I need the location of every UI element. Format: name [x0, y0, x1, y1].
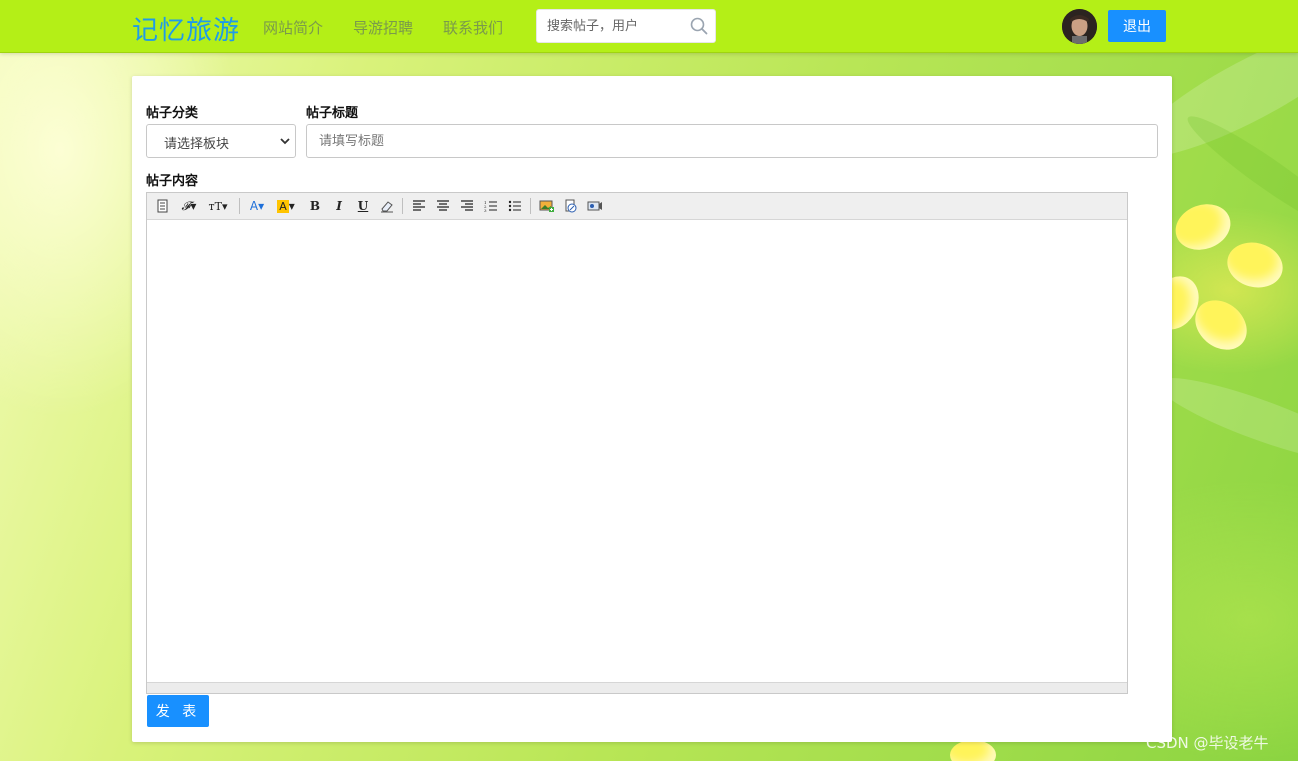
- user-avatar[interactable]: [1062, 9, 1097, 44]
- underline-icon[interactable]: U: [353, 197, 373, 215]
- toolbar-divider: [530, 198, 531, 214]
- text-color-icon[interactable]: A▾: [245, 197, 269, 215]
- editor-statusbar: [147, 682, 1127, 693]
- background-leaf-streak: [1149, 363, 1298, 477]
- search-input[interactable]: [547, 10, 687, 42]
- watermark-text: CSDN @毕设老牛: [1146, 734, 1269, 752]
- italic-icon[interactable]: I: [329, 197, 349, 215]
- logout-button[interactable]: 退出: [1108, 10, 1166, 42]
- content-label: 帖子内容: [146, 174, 199, 189]
- ordered-list-icon[interactable]: 123: [481, 197, 501, 215]
- bold-icon[interactable]: B: [305, 197, 325, 215]
- unordered-list-icon[interactable]: [505, 197, 525, 215]
- svg-text:3: 3: [484, 208, 487, 213]
- top-navigation-bar: 记忆旅游 网站简介 导游招聘 联系我们 退出: [0, 0, 1298, 53]
- title-label: 帖子标题: [306, 106, 359, 121]
- eraser-icon[interactable]: [377, 197, 397, 215]
- nav-link-contact[interactable]: 联系我们: [443, 17, 503, 38]
- submit-post-button[interactable]: 发 表: [147, 695, 209, 727]
- toolbar-divider: [402, 198, 403, 214]
- insert-video-icon[interactable]: [585, 197, 605, 215]
- font-family-icon[interactable]: 𝓕▾: [177, 197, 201, 215]
- background-flower: [1141, 196, 1298, 365]
- site-logo[interactable]: 记忆旅游: [132, 10, 240, 47]
- nav-link-guide-recruit[interactable]: 导游招聘: [353, 17, 413, 38]
- toolbar-divider: [239, 198, 240, 214]
- editor-content-area[interactable]: [147, 220, 1127, 682]
- insert-image-icon[interactable]: [537, 197, 557, 215]
- search-icon[interactable]: [689, 16, 709, 36]
- category-select-value: 请选择板块: [164, 137, 230, 152]
- align-left-icon[interactable]: [409, 197, 429, 215]
- insert-link-icon[interactable]: [561, 197, 581, 215]
- editor-toolbar: 𝓕▾ ᴛT▾ A▾ A ▾ B I U 123: [147, 193, 1127, 220]
- rich-text-editor: 𝓕▾ ᴛT▾ A▾ A ▾ B I U 123: [146, 192, 1128, 694]
- source-icon[interactable]: [153, 197, 173, 215]
- search-box: [536, 9, 716, 43]
- background-leaf-streak: [1179, 105, 1298, 245]
- align-right-icon[interactable]: [457, 197, 477, 215]
- align-center-icon[interactable]: [433, 197, 453, 215]
- font-size-icon[interactable]: ᴛT▾: [205, 197, 231, 215]
- post-form-panel: 帖子分类 帖子标题 请选择板块 帖子内容 𝓕▾ ᴛT▾ A▾ A▾ B I U: [132, 76, 1172, 742]
- category-label: 帖子分类: [146, 106, 199, 121]
- title-input[interactable]: [306, 124, 1158, 158]
- nav-link-about[interactable]: 网站简介: [263, 17, 323, 38]
- chevron-down-icon: [279, 134, 291, 148]
- background-color-icon[interactable]: A ▾: [273, 197, 299, 215]
- category-select[interactable]: 请选择板块: [146, 124, 296, 158]
